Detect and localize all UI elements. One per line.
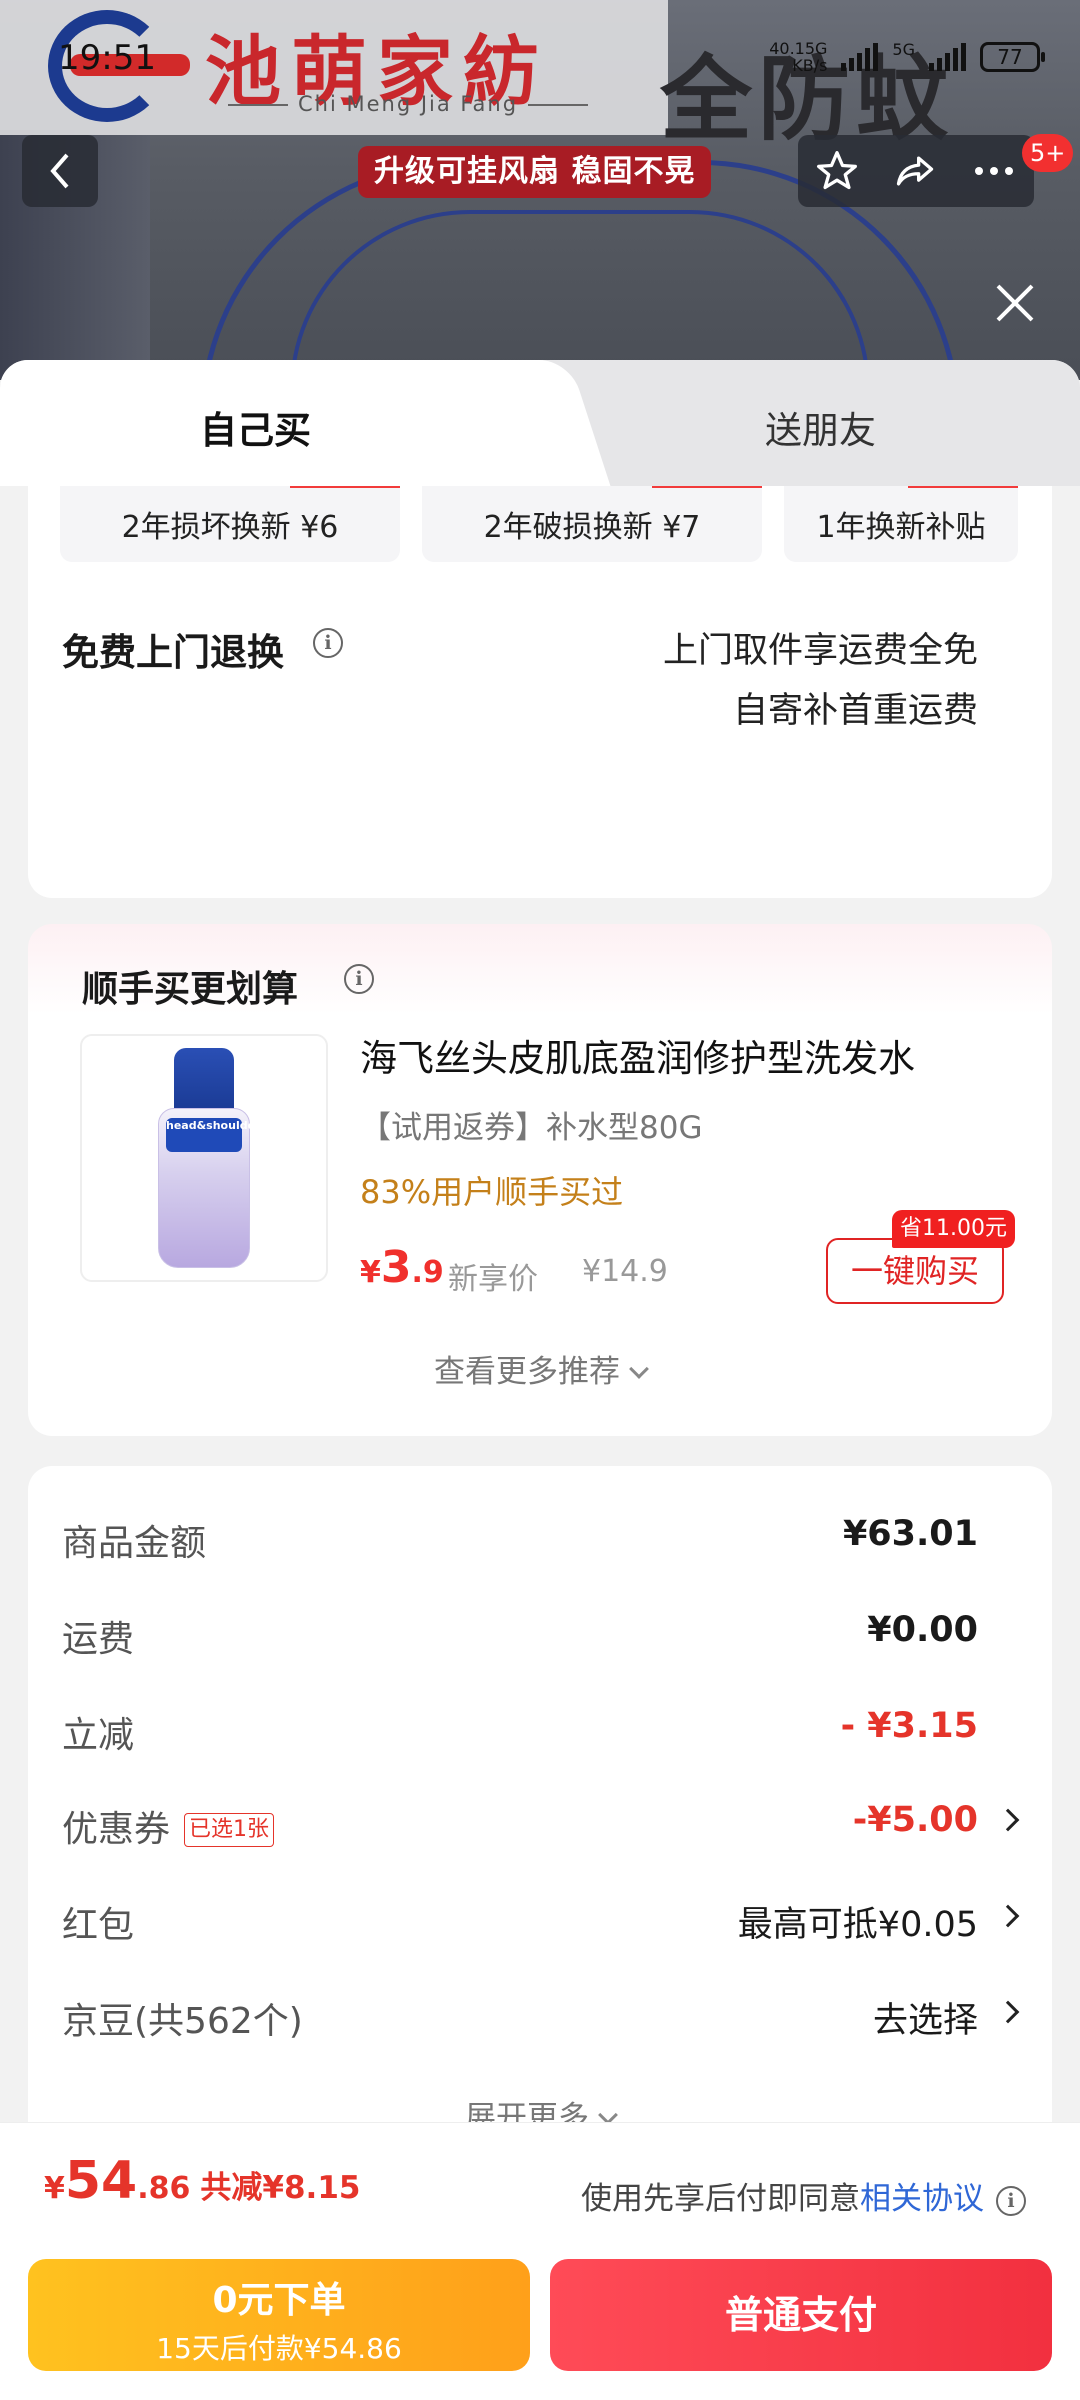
payment-bar: ¥54.86 共减¥8.15 使用先享后付即同意相关协议 i 0元下单 15天后付款… [0, 2122, 1080, 2400]
see-more-recommendations[interactable]: 查看更多推荐 [28, 1346, 1052, 1391]
message-count-badge: 5+ [1022, 134, 1074, 172]
status-icons: 40.15G KB/s 5G 77 [769, 39, 1045, 75]
pay-later-button[interactable]: 0元下单 15天后付款¥54.86 [28, 2259, 530, 2371]
info-icon[interactable]: i [996, 2185, 1026, 2216]
bottle-brand-label: head&shoulders [166, 1118, 267, 1152]
star-icon[interactable] [815, 149, 859, 193]
summary-row-coupon[interactable]: 优惠券 已选1张 -¥5.00 [62, 1792, 1020, 1852]
tab-friend-label[interactable]: 送朋友 [765, 400, 876, 454]
battery-icon: 77 [980, 42, 1045, 72]
total-discount: 共减¥8.15 [200, 2170, 361, 2206]
chevron-right-icon [996, 2000, 1020, 2024]
addon-card: 顺手买更划算 i head&shoulders 海飞丝头皮肌底盈润修护型洗发水 … [28, 924, 1052, 1436]
return-pickup-text: 上门取件享运费全免 [662, 631, 978, 671]
product-banner: 池萌家紡 Chi Meng Jia Fang 全防蚊 升级可挂风扇 稳固不晃 1… [0, 0, 1080, 380]
header-actions [798, 135, 1034, 207]
chevron-right-icon [996, 1904, 1020, 1928]
product-spec: 【试用返券】补水型80G [360, 1110, 703, 1146]
normal-pay-button[interactable]: 普通支付 [550, 2259, 1052, 2371]
net-speed: 40.15G KB/s [769, 39, 828, 75]
purchase-tabs: 自己买 送朋友 [0, 360, 1080, 486]
savings-badge: 省11.00元 [892, 1210, 1015, 1248]
agreement-text: 使用先享后付即同意相关协议 i [581, 2173, 1026, 2218]
chevron-right-icon [996, 1808, 1020, 1832]
coupon-selected-tag: 已选1张 [184, 1813, 275, 1847]
summary-row-jingdou[interactable]: 京豆(共562个) 去选择 [62, 1984, 1020, 2044]
network-type: 5G [892, 40, 915, 59]
signal-icon [841, 43, 879, 71]
summary-row-subtotal: 商品金额 ¥63.01 [62, 1514, 978, 1564]
original-price: ¥14.9 [582, 1254, 668, 1289]
more-icon[interactable] [971, 161, 1017, 181]
logo-subtitle: Chi Meng Jia Fang [218, 92, 598, 116]
chevron-down-icon [629, 1359, 649, 1379]
product-name[interactable]: 海飞丝头皮肌底盈润修护型洗发水 [360, 1028, 915, 1082]
checkout-sheet: 自己买 送朋友 2年损坏换新 ¥6 2年破损换新 ¥7 1年换新补贴 免费上门退… [0, 360, 1080, 2400]
signal-icon-2 [929, 43, 966, 71]
chevron-left-icon [50, 153, 69, 189]
info-icon[interactable]: i [313, 628, 343, 658]
free-return-title: 免费上门退换 [62, 631, 284, 674]
service-option[interactable]: 1年换新补贴 [784, 486, 1018, 562]
summary-row-red-packet[interactable]: 红包 最高可抵¥0.05 [62, 1888, 1020, 1948]
product-image[interactable]: head&shoulders [80, 1034, 328, 1282]
addon-title: 顺手买更划算 [82, 969, 299, 1010]
tab-self-label[interactable]: 自己买 [200, 400, 311, 454]
social-proof: 83%用户顺手买过 [360, 1173, 624, 1211]
total-price: ¥54.86 共减¥8.15 [44, 2151, 361, 2211]
back-button[interactable] [22, 135, 98, 207]
summary-row-instant-discount: 立减 - ¥3.15 [62, 1706, 978, 1756]
status-time: 19:51 [58, 38, 156, 78]
agreement-link[interactable]: 相关协议 [860, 2181, 984, 2217]
summary-row-shipping: 运费 ¥0.00 [62, 1610, 978, 1660]
price-summary-card: 商品金额 ¥63.01 运费 ¥0.00 立减 - ¥3.15 优惠券 已选1张 … [28, 1466, 1052, 2172]
price-tag: 新享价 [448, 1262, 538, 1297]
share-icon[interactable] [892, 149, 938, 193]
return-self-send-text: 自寄补首重运费 [732, 691, 978, 731]
shampoo-bottle-image: head&shoulders [158, 1048, 267, 1268]
promo-pill: 升级可挂风扇 稳固不晃 [358, 146, 712, 198]
service-option[interactable]: 2年损坏换新 ¥6 [60, 486, 400, 562]
product-price: ¥3.9 [360, 1242, 444, 1293]
info-icon[interactable]: i [344, 964, 374, 994]
mosquito-net-inner [290, 210, 870, 380]
service-option[interactable]: 2年破损换新 ¥7 [422, 486, 762, 562]
service-card: 2年损坏换新 ¥6 2年破损换新 ¥7 1年换新补贴 免费上门退换 i 上门取件… [28, 486, 1052, 898]
close-icon[interactable] [990, 278, 1040, 328]
